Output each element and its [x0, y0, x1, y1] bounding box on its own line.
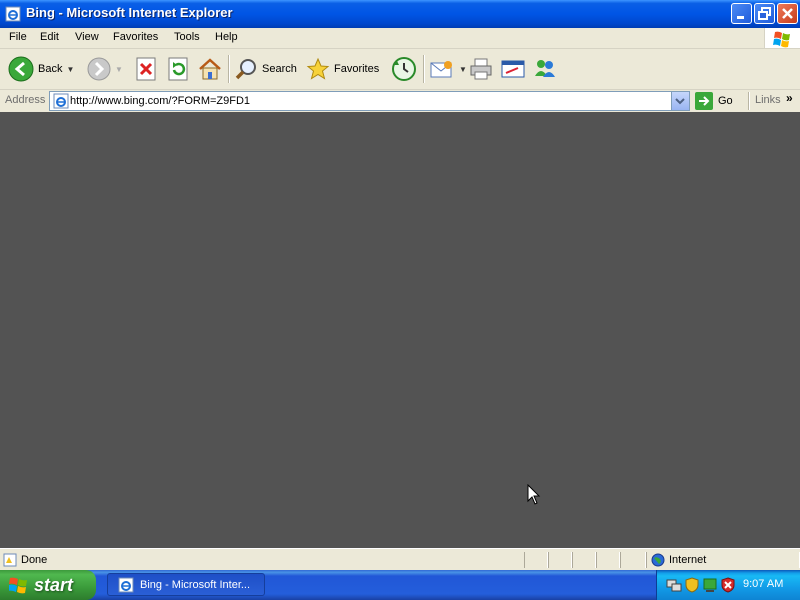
- printer-icon: [470, 58, 492, 80]
- history-button[interactable]: [391, 53, 417, 85]
- forward-arrow-icon: [87, 57, 111, 81]
- address-field[interactable]: [49, 91, 690, 111]
- stop-button[interactable]: [135, 53, 157, 85]
- close-button[interactable]: [777, 3, 798, 24]
- toolbar-separator: [228, 55, 230, 83]
- status-pane: [572, 552, 596, 568]
- status-bar: Done Internet: [0, 548, 800, 570]
- menu-view[interactable]: View: [69, 29, 105, 45]
- status-pane: [596, 552, 620, 568]
- window-title: Bing - Microsoft Internet Explorer: [26, 5, 233, 20]
- start-label: start: [34, 574, 74, 595]
- back-label: Back: [38, 63, 63, 75]
- minimize-button[interactable]: [731, 3, 752, 24]
- page-icon: [53, 93, 69, 109]
- search-label: Search: [262, 63, 297, 75]
- print-button[interactable]: [468, 53, 494, 85]
- mail-dropdown-icon[interactable]: ▼: [459, 65, 467, 74]
- links-chevron-icon[interactable]: »: [786, 91, 793, 105]
- taskbar: start Bing - Microsoft Inter... 9:07 AM: [0, 570, 800, 600]
- messenger-icon: [535, 60, 555, 77]
- forward-button[interactable]: ▼: [87, 53, 123, 85]
- back-dropdown-icon[interactable]: ▼: [66, 65, 74, 74]
- mail-icon: [430, 61, 452, 78]
- go-arrow-icon: [695, 92, 713, 110]
- links-separator: [748, 92, 750, 110]
- home-icon: [199, 58, 221, 80]
- taskbar-button-label: Bing - Microsoft Inter...: [140, 578, 251, 591]
- search-button[interactable]: Search: [234, 53, 297, 85]
- address-bar: Address Go Links »: [0, 90, 800, 112]
- zone-text: Internet: [669, 554, 707, 566]
- status-pane: [548, 552, 572, 568]
- url-input[interactable]: [70, 94, 665, 108]
- refresh-button[interactable]: [167, 53, 189, 85]
- ie-app-icon[interactable]: [5, 6, 21, 22]
- network-connection-icon[interactable]: [702, 577, 718, 593]
- address-label: Address: [5, 94, 46, 106]
- taskbar-button-ie[interactable]: Bing - Microsoft Inter...: [107, 573, 265, 596]
- title-bar[interactable]: Bing - Microsoft Internet Explorer: [0, 0, 800, 28]
- status-pane: [620, 552, 646, 568]
- mail-button[interactable]: ▼: [429, 53, 467, 85]
- menu-bar: File Edit View Favorites Tools Help: [0, 28, 800, 49]
- menu-edit[interactable]: Edit: [34, 29, 65, 45]
- messenger-button[interactable]: [532, 53, 558, 85]
- internet-globe-icon: [651, 553, 665, 567]
- back-button[interactable]: Back ▼: [8, 53, 74, 85]
- history-icon: [392, 57, 416, 81]
- edit-button[interactable]: [500, 53, 526, 85]
- security-alert-icon[interactable]: [720, 577, 736, 593]
- page-status-icon: [3, 553, 17, 567]
- back-arrow-icon: [8, 56, 34, 82]
- favorites-label: Favorites: [334, 63, 380, 75]
- refresh-icon: [168, 57, 188, 81]
- go-label: Go: [718, 95, 733, 107]
- edit-page-icon: [501, 60, 525, 78]
- favorites-star-icon: [306, 57, 330, 80]
- stop-icon: [136, 57, 156, 81]
- windows-flag-icon: [9, 577, 27, 594]
- home-button[interactable]: [197, 53, 223, 85]
- menu-tools[interactable]: Tools: [168, 29, 206, 45]
- toolbar-separator: [423, 55, 425, 83]
- clock[interactable]: 9:07 AM: [743, 578, 783, 590]
- favorites-button[interactable]: Favorites: [306, 53, 379, 85]
- security-shield-icon[interactable]: [684, 577, 700, 593]
- search-icon: [235, 59, 256, 80]
- ie-task-icon: [118, 577, 134, 592]
- menu-favorites[interactable]: Favorites: [107, 29, 164, 45]
- forward-dropdown-icon[interactable]: ▼: [115, 65, 123, 74]
- start-button[interactable]: start: [0, 570, 96, 600]
- go-button[interactable]: Go: [695, 92, 733, 110]
- links-toolbar[interactable]: Links: [755, 94, 781, 106]
- mouse-pointer-icon: [527, 484, 541, 505]
- standard-toolbar: Back ▼ ▼ Search Favorites ▼: [0, 49, 800, 90]
- windows-logo-icon: [764, 28, 800, 48]
- status-text: Done: [21, 554, 48, 566]
- status-pane: [524, 552, 548, 568]
- restore-button[interactable]: [754, 3, 775, 24]
- menu-help[interactable]: Help: [209, 29, 244, 45]
- menu-file[interactable]: File: [3, 29, 33, 45]
- page-content[interactable]: [0, 112, 800, 548]
- address-dropdown-button[interactable]: [671, 92, 689, 110]
- network-icon[interactable]: [666, 577, 682, 593]
